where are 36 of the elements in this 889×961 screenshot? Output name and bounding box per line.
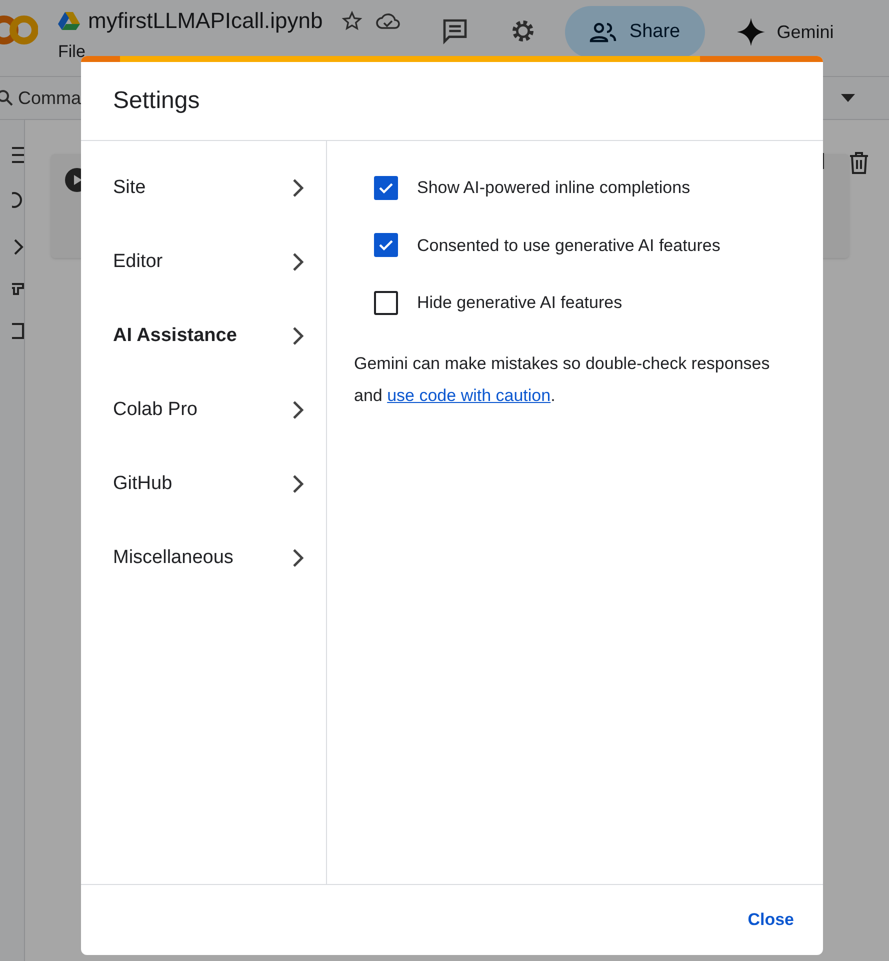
trash-icon[interactable] [849,152,869,174]
gemini-label[interactable]: Gemini [776,18,834,46]
chevron-icon [292,400,304,420]
document-title[interactable]: myfirstLLMAPIcall.ipynb [88,4,323,37]
checkbox[interactable] [374,290,398,315]
settings-nav-item[interactable]: Miscellaneous [81,521,326,595]
dialog-title: Settings [113,86,200,116]
checkbox-label: Show AI-powered inline completions [417,177,690,199]
settings-nav-item[interactable]: AI Assistance [81,299,326,373]
chevron-icon [292,326,304,346]
checkbox-label: Hide generative AI features [417,292,622,314]
checkbox[interactable] [374,176,398,200]
list-icon[interactable] [12,146,24,164]
menu-item[interactable]: File [58,39,86,64]
caution-link[interactable]: use code with caution [387,386,551,404]
checkbox-label: Consented to use generative AI features [417,234,720,256]
chevron-icon [292,548,304,568]
drive-icon [58,10,80,30]
sparkle-icon[interactable] [736,18,765,46]
comment-icon[interactable] [440,17,469,45]
dropdown-icon[interactable] [841,93,856,103]
chevron-icon [292,474,304,494]
chevron-icon [292,252,304,272]
share-button[interactable]: Share [564,6,705,58]
settings-nav-item[interactable]: Colab Pro [81,373,326,447]
checkbox[interactable] [374,233,398,258]
chevron-icon[interactable] [12,238,24,256]
settings-nav-item[interactable]: GitHub [81,447,326,521]
settings-nav-item[interactable]: Editor [81,225,326,299]
close-button[interactable]: Close [748,907,794,933]
star-icon[interactable] [340,10,363,32]
people-icon [589,20,618,44]
chevron-icon [292,178,304,198]
disclaimer-text: Gemini can make mistakes so double-check responses and use code with caution. [354,352,771,406]
command-search[interactable]: Comma [18,84,82,112]
settings-nav-item[interactable]: Site [81,151,326,225]
